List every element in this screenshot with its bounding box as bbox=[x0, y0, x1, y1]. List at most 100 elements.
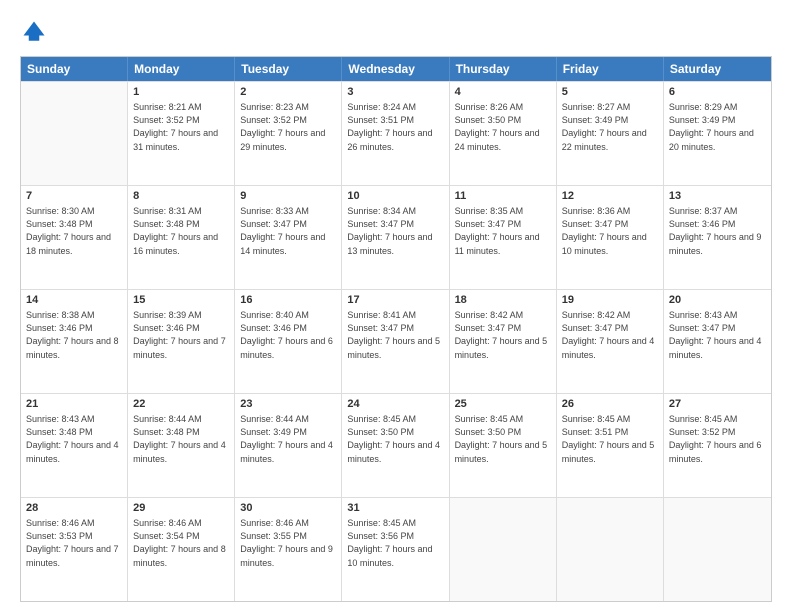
calendar-cell: 4Sunrise: 8:26 AMSunset: 3:50 PMDaylight… bbox=[450, 82, 557, 185]
calendar-header-cell: Monday bbox=[128, 57, 235, 81]
cell-info: Sunrise: 8:37 AMSunset: 3:46 PMDaylight:… bbox=[669, 205, 766, 257]
day-number: 18 bbox=[455, 293, 551, 308]
day-number: 9 bbox=[240, 189, 336, 204]
day-number: 11 bbox=[455, 189, 551, 204]
calendar-header-cell: Sunday bbox=[21, 57, 128, 81]
calendar-cell: 25Sunrise: 8:45 AMSunset: 3:50 PMDayligh… bbox=[450, 394, 557, 497]
calendar-header-cell: Wednesday bbox=[342, 57, 449, 81]
cell-info: Sunrise: 8:39 AMSunset: 3:46 PMDaylight:… bbox=[133, 309, 229, 361]
calendar-row: 1Sunrise: 8:21 AMSunset: 3:52 PMDaylight… bbox=[21, 81, 771, 185]
cell-info: Sunrise: 8:21 AMSunset: 3:52 PMDaylight:… bbox=[133, 101, 229, 153]
calendar-cell: 31Sunrise: 8:45 AMSunset: 3:56 PMDayligh… bbox=[342, 498, 449, 601]
cell-info: Sunrise: 8:42 AMSunset: 3:47 PMDaylight:… bbox=[562, 309, 658, 361]
day-number: 10 bbox=[347, 189, 443, 204]
cell-info: Sunrise: 8:40 AMSunset: 3:46 PMDaylight:… bbox=[240, 309, 336, 361]
cell-info: Sunrise: 8:46 AMSunset: 3:53 PMDaylight:… bbox=[26, 517, 122, 569]
cell-info: Sunrise: 8:26 AMSunset: 3:50 PMDaylight:… bbox=[455, 101, 551, 153]
day-number: 7 bbox=[26, 189, 122, 204]
cell-info: Sunrise: 8:44 AMSunset: 3:49 PMDaylight:… bbox=[240, 413, 336, 465]
cell-info: Sunrise: 8:45 AMSunset: 3:50 PMDaylight:… bbox=[347, 413, 443, 465]
cell-info: Sunrise: 8:29 AMSunset: 3:49 PMDaylight:… bbox=[669, 101, 766, 153]
day-number: 24 bbox=[347, 397, 443, 412]
day-number: 13 bbox=[669, 189, 766, 204]
cell-info: Sunrise: 8:45 AMSunset: 3:56 PMDaylight:… bbox=[347, 517, 443, 569]
calendar-row: 7Sunrise: 8:30 AMSunset: 3:48 PMDaylight… bbox=[21, 185, 771, 289]
day-number: 27 bbox=[669, 397, 766, 412]
cell-info: Sunrise: 8:24 AMSunset: 3:51 PMDaylight:… bbox=[347, 101, 443, 153]
calendar-header-cell: Thursday bbox=[450, 57, 557, 81]
cell-info: Sunrise: 8:45 AMSunset: 3:50 PMDaylight:… bbox=[455, 413, 551, 465]
day-number: 12 bbox=[562, 189, 658, 204]
day-number: 14 bbox=[26, 293, 122, 308]
cell-info: Sunrise: 8:41 AMSunset: 3:47 PMDaylight:… bbox=[347, 309, 443, 361]
day-number: 26 bbox=[562, 397, 658, 412]
calendar-cell: 6Sunrise: 8:29 AMSunset: 3:49 PMDaylight… bbox=[664, 82, 771, 185]
calendar-cell: 18Sunrise: 8:42 AMSunset: 3:47 PMDayligh… bbox=[450, 290, 557, 393]
day-number: 15 bbox=[133, 293, 229, 308]
calendar-cell: 8Sunrise: 8:31 AMSunset: 3:48 PMDaylight… bbox=[128, 186, 235, 289]
calendar-cell: 24Sunrise: 8:45 AMSunset: 3:50 PMDayligh… bbox=[342, 394, 449, 497]
calendar-cell: 15Sunrise: 8:39 AMSunset: 3:46 PMDayligh… bbox=[128, 290, 235, 393]
cell-info: Sunrise: 8:38 AMSunset: 3:46 PMDaylight:… bbox=[26, 309, 122, 361]
cell-info: Sunrise: 8:42 AMSunset: 3:47 PMDaylight:… bbox=[455, 309, 551, 361]
day-number: 8 bbox=[133, 189, 229, 204]
calendar-cell: 20Sunrise: 8:43 AMSunset: 3:47 PMDayligh… bbox=[664, 290, 771, 393]
day-number: 20 bbox=[669, 293, 766, 308]
day-number: 2 bbox=[240, 85, 336, 100]
calendar-cell: 27Sunrise: 8:45 AMSunset: 3:52 PMDayligh… bbox=[664, 394, 771, 497]
day-number: 17 bbox=[347, 293, 443, 308]
calendar-cell bbox=[21, 82, 128, 185]
cell-info: Sunrise: 8:27 AMSunset: 3:49 PMDaylight:… bbox=[562, 101, 658, 153]
cell-info: Sunrise: 8:31 AMSunset: 3:48 PMDaylight:… bbox=[133, 205, 229, 257]
day-number: 25 bbox=[455, 397, 551, 412]
calendar-cell: 10Sunrise: 8:34 AMSunset: 3:47 PMDayligh… bbox=[342, 186, 449, 289]
day-number: 29 bbox=[133, 501, 229, 516]
calendar-cell: 17Sunrise: 8:41 AMSunset: 3:47 PMDayligh… bbox=[342, 290, 449, 393]
day-number: 5 bbox=[562, 85, 658, 100]
day-number: 31 bbox=[347, 501, 443, 516]
day-number: 1 bbox=[133, 85, 229, 100]
calendar-cell: 11Sunrise: 8:35 AMSunset: 3:47 PMDayligh… bbox=[450, 186, 557, 289]
cell-info: Sunrise: 8:35 AMSunset: 3:47 PMDaylight:… bbox=[455, 205, 551, 257]
cell-info: Sunrise: 8:45 AMSunset: 3:51 PMDaylight:… bbox=[562, 413, 658, 465]
calendar-cell: 30Sunrise: 8:46 AMSunset: 3:55 PMDayligh… bbox=[235, 498, 342, 601]
calendar-cell: 12Sunrise: 8:36 AMSunset: 3:47 PMDayligh… bbox=[557, 186, 664, 289]
calendar-cell: 16Sunrise: 8:40 AMSunset: 3:46 PMDayligh… bbox=[235, 290, 342, 393]
cell-info: Sunrise: 8:43 AMSunset: 3:48 PMDaylight:… bbox=[26, 413, 122, 465]
cell-info: Sunrise: 8:44 AMSunset: 3:48 PMDaylight:… bbox=[133, 413, 229, 465]
day-number: 21 bbox=[26, 397, 122, 412]
cell-info: Sunrise: 8:23 AMSunset: 3:52 PMDaylight:… bbox=[240, 101, 336, 153]
calendar-cell: 7Sunrise: 8:30 AMSunset: 3:48 PMDaylight… bbox=[21, 186, 128, 289]
cell-info: Sunrise: 8:43 AMSunset: 3:47 PMDaylight:… bbox=[669, 309, 766, 361]
calendar-row: 28Sunrise: 8:46 AMSunset: 3:53 PMDayligh… bbox=[21, 497, 771, 601]
day-number: 6 bbox=[669, 85, 766, 100]
calendar-header-cell: Friday bbox=[557, 57, 664, 81]
calendar-cell: 21Sunrise: 8:43 AMSunset: 3:48 PMDayligh… bbox=[21, 394, 128, 497]
calendar-cell: 14Sunrise: 8:38 AMSunset: 3:46 PMDayligh… bbox=[21, 290, 128, 393]
cell-info: Sunrise: 8:46 AMSunset: 3:54 PMDaylight:… bbox=[133, 517, 229, 569]
calendar-row: 21Sunrise: 8:43 AMSunset: 3:48 PMDayligh… bbox=[21, 393, 771, 497]
day-number: 3 bbox=[347, 85, 443, 100]
day-number: 16 bbox=[240, 293, 336, 308]
calendar-row: 14Sunrise: 8:38 AMSunset: 3:46 PMDayligh… bbox=[21, 289, 771, 393]
calendar-body: 1Sunrise: 8:21 AMSunset: 3:52 PMDaylight… bbox=[21, 81, 771, 601]
day-number: 4 bbox=[455, 85, 551, 100]
calendar-header-row: SundayMondayTuesdayWednesdayThursdayFrid… bbox=[21, 57, 771, 81]
calendar-cell bbox=[557, 498, 664, 601]
calendar-cell: 23Sunrise: 8:44 AMSunset: 3:49 PMDayligh… bbox=[235, 394, 342, 497]
calendar-cell: 9Sunrise: 8:33 AMSunset: 3:47 PMDaylight… bbox=[235, 186, 342, 289]
page: SundayMondayTuesdayWednesdayThursdayFrid… bbox=[0, 0, 792, 612]
day-number: 19 bbox=[562, 293, 658, 308]
calendar-cell: 5Sunrise: 8:27 AMSunset: 3:49 PMDaylight… bbox=[557, 82, 664, 185]
day-number: 30 bbox=[240, 501, 336, 516]
day-number: 23 bbox=[240, 397, 336, 412]
calendar-cell: 26Sunrise: 8:45 AMSunset: 3:51 PMDayligh… bbox=[557, 394, 664, 497]
cell-info: Sunrise: 8:46 AMSunset: 3:55 PMDaylight:… bbox=[240, 517, 336, 569]
cell-info: Sunrise: 8:30 AMSunset: 3:48 PMDaylight:… bbox=[26, 205, 122, 257]
header bbox=[20, 18, 772, 46]
day-number: 22 bbox=[133, 397, 229, 412]
calendar-cell: 29Sunrise: 8:46 AMSunset: 3:54 PMDayligh… bbox=[128, 498, 235, 601]
logo bbox=[20, 18, 52, 46]
calendar-cell: 2Sunrise: 8:23 AMSunset: 3:52 PMDaylight… bbox=[235, 82, 342, 185]
calendar-cell: 19Sunrise: 8:42 AMSunset: 3:47 PMDayligh… bbox=[557, 290, 664, 393]
